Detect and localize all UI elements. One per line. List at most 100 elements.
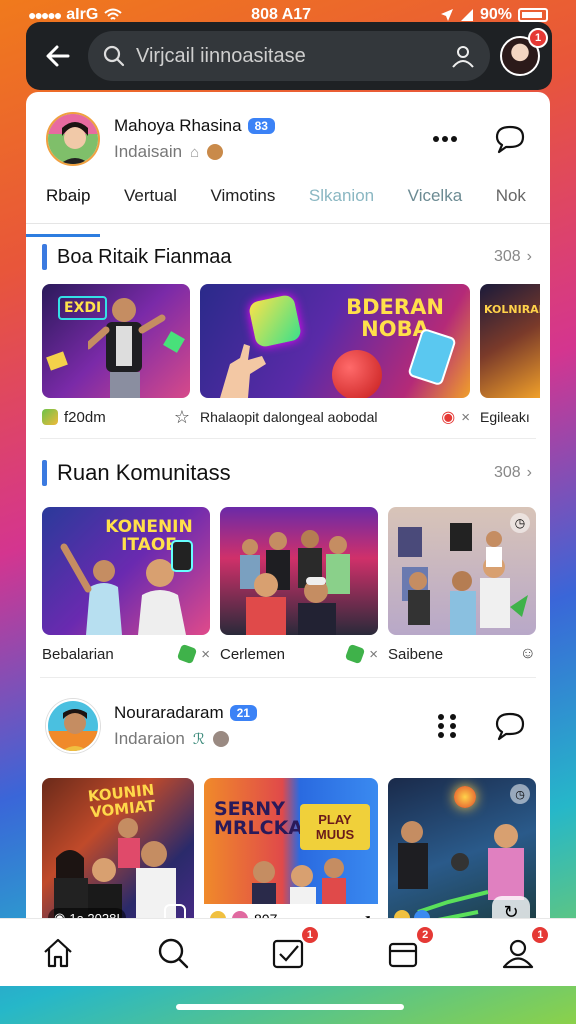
- media-card[interactable]: EXDI f20dm ☆: [42, 284, 190, 428]
- caption-actions: ×: [176, 643, 210, 665]
- section-more-link[interactable]: 308 ›: [494, 248, 532, 266]
- coin-icon: [207, 144, 224, 160]
- more-icon[interactable]: [432, 134, 458, 144]
- arrow-left-icon: [46, 45, 70, 67]
- tab-nok[interactable]: Nok: [496, 184, 526, 223]
- back-button[interactable]: [38, 36, 78, 76]
- media-thumbnail: ◷: [388, 507, 536, 635]
- tag-icon: [176, 643, 198, 665]
- media-card[interactable]: BDERAN NOBA Rhalaopit dalongeal aobodal …: [200, 284, 470, 428]
- close-icon[interactable]: ×: [201, 646, 210, 663]
- section-title: Boa Ritaik Fianmaa: [57, 245, 232, 268]
- media-thumbnail: KOLNIRAN: [480, 284, 540, 398]
- profile-actions: [436, 710, 526, 742]
- caption-meta: f20dm: [42, 409, 106, 426]
- section-title-group: Ruan Komunitass: [42, 460, 231, 486]
- profile-avatar[interactable]: [46, 699, 100, 753]
- close-icon[interactable]: ×: [369, 646, 378, 663]
- media-caption: f20dm ☆: [42, 406, 190, 428]
- chevron-right-icon: ›: [526, 248, 532, 265]
- clock-icon[interactable]: ◷: [510, 784, 530, 804]
- coin-icon: [212, 731, 229, 747]
- tab-rbaip[interactable]: Rbaip: [26, 184, 101, 237]
- notification-badge: 1: [530, 924, 551, 945]
- media-row: KONENIN ITAOE Bebalarian × Cerlemen × ◷ …: [26, 507, 550, 665]
- section-header: Boa Ritaik Fianmaa 308 ›: [26, 240, 550, 274]
- media-row: EXDI f20dm ☆ BDERAN NOBA Rhalaopit dalon…: [26, 284, 550, 428]
- section-title-group: Boa Ritaik Fianmaa: [42, 244, 232, 270]
- main-panel: Mahoya Rhasina 83 Indaisain ⌂ Rbaip Vert…: [26, 92, 550, 920]
- grid-dots-icon[interactable]: [436, 713, 458, 739]
- chevron-right-icon: ›: [526, 464, 532, 481]
- profile-subtitle: Indaraion: [114, 729, 185, 748]
- location-pin-icon[interactable]: ◉: [441, 407, 455, 427]
- nav-search[interactable]: [151, 931, 195, 975]
- nav-home[interactable]: [36, 931, 80, 975]
- signal-dots-icon: ●●●●●: [28, 7, 62, 23]
- profile-icon: [503, 939, 534, 968]
- tab-slkanion[interactable]: Slkanion: [309, 184, 374, 223]
- search-bar[interactable]: [88, 31, 490, 81]
- media-thumbnail: [220, 507, 378, 635]
- tab-bar: Rbaip Vertual Vimotins Slkanion Vicelka …: [26, 184, 550, 237]
- checkbox-icon: [272, 939, 304, 968]
- media-card[interactable]: ◷ ↻: [388, 778, 536, 920]
- profile-header: Mahoya Rhasina 83 Indaisain ⌂: [26, 92, 550, 172]
- media-thumbnail: BDERAN NOBA: [200, 284, 470, 398]
- profile-avatar[interactable]: [46, 112, 100, 166]
- tab-vicelka[interactable]: Vicelka: [408, 184, 463, 223]
- profile-name: Nouraradaram: [114, 703, 224, 722]
- search-icon: [103, 45, 125, 67]
- caption-text: Bebalarian: [42, 645, 114, 663]
- nav-tasks[interactable]: 1: [266, 924, 320, 975]
- tag-icon: [344, 643, 366, 665]
- media-caption: Saibene ☺: [388, 643, 536, 665]
- media-card[interactable]: KOUNIN VOMIAT ◉ 1a 2028I: [42, 778, 194, 920]
- profile-name: Mahoya Rhasina: [114, 116, 242, 135]
- wifi-icon: [104, 8, 122, 20]
- profile-name-row: Mahoya Rhasina 83: [114, 116, 432, 136]
- box-icon: [389, 942, 418, 967]
- media-card[interactable]: ◷ Saibene ☺: [388, 507, 536, 665]
- section-more-link[interactable]: 308 ›: [494, 464, 532, 482]
- nav-profile[interactable]: 1: [496, 924, 551, 975]
- media-card[interactable]: KONENIN ITAOE Bebalarian ×: [42, 507, 210, 665]
- media-thumbnail: KONENIN ITAOE: [42, 507, 210, 635]
- caption-text: Cerlemen: [220, 645, 286, 663]
- section-accent-bar: [42, 244, 47, 270]
- chat-bubble-icon[interactable]: [494, 710, 526, 742]
- nav-inbox[interactable]: 2: [381, 924, 436, 975]
- media-card[interactable]: Cerlemen ×: [220, 507, 378, 665]
- account-avatar-button[interactable]: 1: [500, 28, 548, 76]
- thumbnail-sign: PLAY MUUS: [300, 804, 370, 850]
- section-count: 308: [493, 464, 521, 481]
- star-icon[interactable]: ☆: [174, 407, 190, 428]
- profile-name-row: Nouraradaram 21: [114, 703, 436, 723]
- caption-text: Rhalaopit dalongeal aobodal: [200, 409, 378, 425]
- divider: [40, 438, 536, 439]
- profile-actions: [432, 123, 526, 155]
- media-card[interactable]: SERNY MRLCKA PLAY MUUS 807 ➚: [204, 778, 378, 920]
- refresh-icon[interactable]: ↻: [492, 896, 530, 920]
- chat-bubble-icon[interactable]: [494, 123, 526, 155]
- tab-vimotins[interactable]: Vimotins: [210, 184, 275, 223]
- battery-icon: [517, 8, 548, 22]
- close-icon[interactable]: ×: [461, 409, 470, 426]
- profile-subtitle: Indaisain: [114, 142, 183, 161]
- search-input[interactable]: [136, 44, 440, 68]
- user-icon[interactable]: [450, 43, 476, 69]
- caption-text: Saibene: [388, 645, 444, 663]
- thumbnail-title: KOLNIRAN: [484, 303, 540, 316]
- tab-vertual[interactable]: Vertual: [124, 184, 177, 223]
- cellular-icon: [460, 9, 473, 21]
- home-indicator[interactable]: [176, 1004, 404, 1010]
- caption-actions: ◉ ×: [441, 407, 470, 427]
- profile-subtitle-row: Indaraion ℛ: [114, 729, 436, 749]
- location-icon: [440, 9, 453, 21]
- clock-icon[interactable]: ◷: [510, 513, 530, 533]
- thumbnail-title: SERNY MRLCKA: [214, 798, 304, 839]
- emoji-icon[interactable]: ☺: [520, 645, 536, 663]
- level-chip: 83: [247, 118, 275, 134]
- home-icon: [43, 938, 72, 967]
- media-card[interactable]: KOLNIRAN Egileakı: [480, 284, 540, 428]
